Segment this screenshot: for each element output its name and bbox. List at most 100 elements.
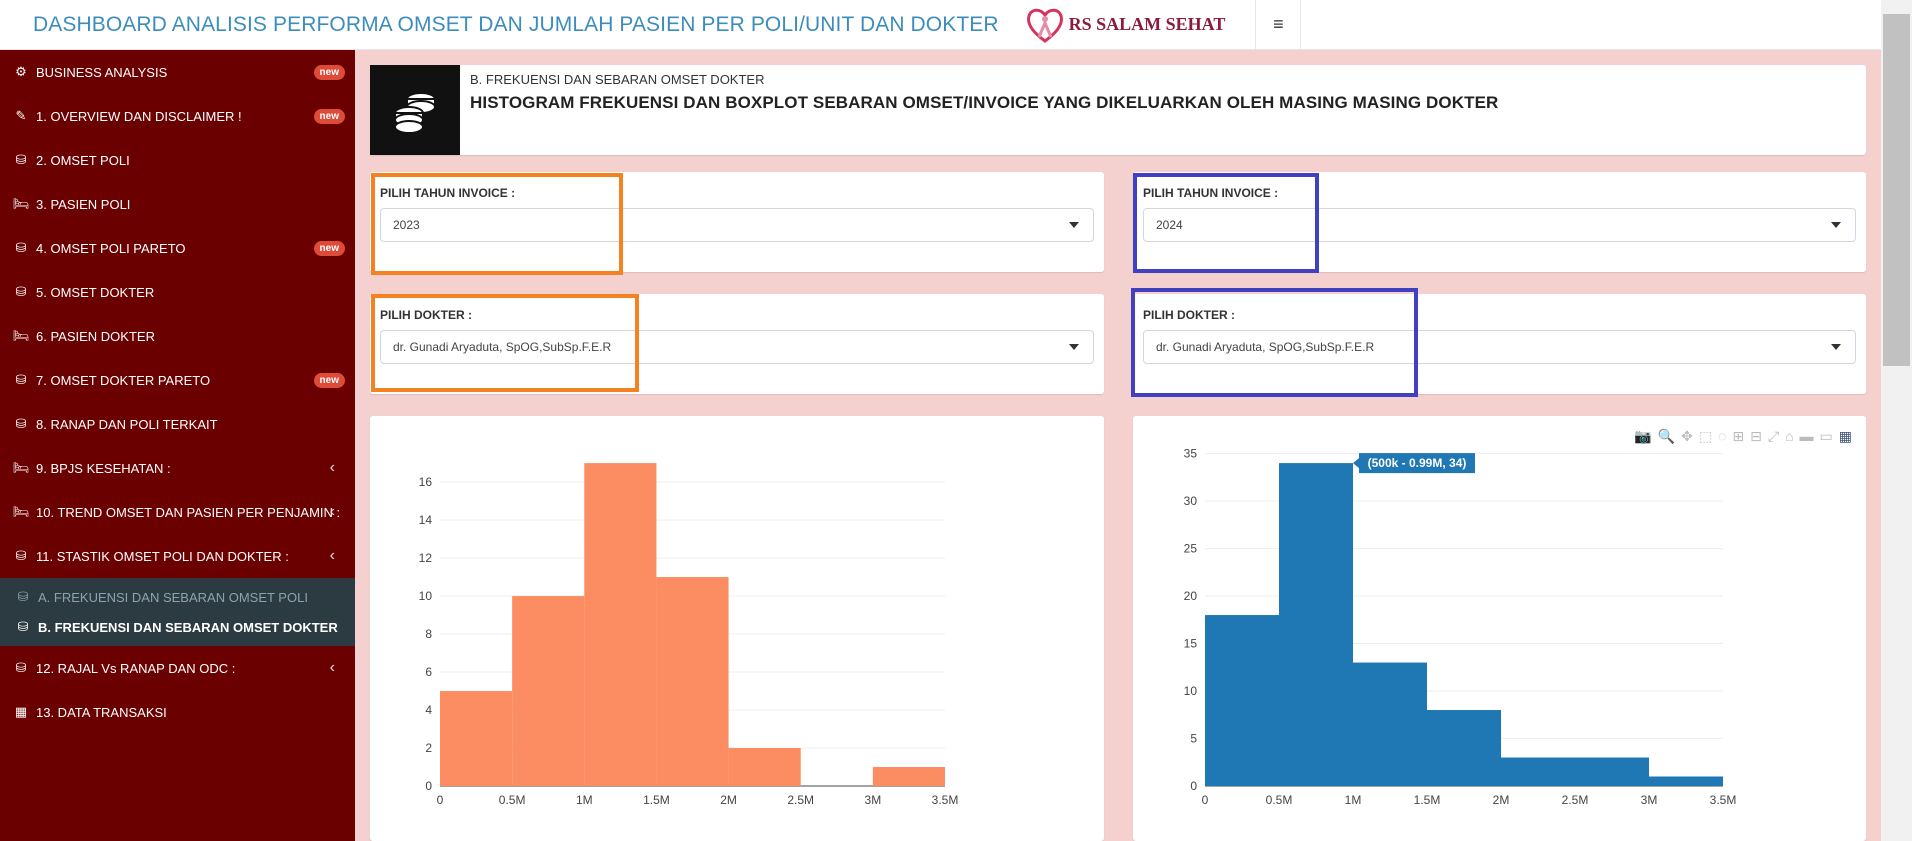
bed-icon: 🛏 [12, 328, 30, 343]
histogram-bar[interactable] [1353, 662, 1427, 786]
coins-icon: ⛁ [15, 284, 27, 299]
y-tick-label: 10 [419, 589, 433, 603]
histogram-bar[interactable] [440, 691, 513, 786]
zoom-icon[interactable]: 🔍 [1658, 428, 1675, 445]
histogram-bar[interactable] [872, 767, 945, 786]
doctor-filter-left: PILIH DOKTER : dr. Gunadi Aryaduta, SpOG… [370, 294, 1104, 394]
sidebar-item-label: 9. BPJS KESEHATAN : [36, 460, 171, 476]
histogram-bar[interactable] [1575, 757, 1649, 786]
gear-icon: ⚙ [15, 64, 27, 79]
y-tick-label: 12 [419, 551, 433, 565]
app-title: DASHBOARD ANALISIS PERFORMA OMSET DAN JU… [33, 12, 999, 36]
sidebar-item[interactable]: 🛏 9. BPJS KESEHATAN : ‹ [0, 446, 355, 490]
camera-icon[interactable]: 📷 [1634, 428, 1651, 445]
scrollbar-thumb[interactable] [1883, 14, 1910, 366]
sidebar-item-label: 2. OMSET POLI [36, 152, 130, 168]
histogram-bar[interactable] [728, 748, 801, 786]
sidebar-item-label: 11. STASTIK OMSET POLI DAN DOKTER : [36, 548, 289, 564]
coins-icon: ⛁ [15, 240, 27, 255]
sidebar-item[interactable]: ⛁ 12. RAJAL Vs RANAP DAN ODC : ‹ [0, 646, 355, 690]
lasso-icon[interactable]: ◌ [1718, 428, 1726, 445]
chevron-down-icon [1831, 344, 1841, 350]
sidebar-item[interactable]: ⛁ 7. OMSET DOKTER PARETO new [0, 358, 355, 402]
chevron-down-icon [1831, 222, 1841, 228]
histogram-left[interactable]: 0 2 4 6 8 10 12 14 16 0 0.5M 1M 1.5M 2M 2.5M 3M 3.5M [370, 416, 1104, 841]
sidebar-item[interactable]: ⚙ BUSINESS ANALYSIS new [0, 50, 355, 94]
doctor-select-right[interactable]: dr. Gunadi Aryaduta, SpOG,SubSp.F.E.R [1143, 330, 1856, 364]
sidebar-item[interactable]: ⛁ 8. RANAP DAN POLI TERKAIT [0, 402, 355, 446]
zoom-out-icon[interactable]: ⊟ [1750, 428, 1762, 445]
sidebar-item[interactable]: 🛏 10. TREND OMSET DAN PASIEN PER PENJAMIN… [0, 490, 355, 534]
home-icon[interactable]: ⌂ [1785, 428, 1793, 445]
y-tick-label: 35 [1184, 447, 1198, 461]
hover-tooltip-arrow [1353, 458, 1359, 469]
sidebar-item[interactable]: 🛏 6. PASIEN DOKTER [0, 314, 355, 358]
doctor-select-left[interactable]: dr. Gunadi Aryaduta, SpOG,SubSp.F.E.R [380, 330, 1094, 364]
spike-lines-icon[interactable]: ▬ [1800, 428, 1814, 445]
page-info-box: B. FREKUENSI DAN SEBARAN OMSET DOKTER HI… [370, 65, 1866, 155]
y-tick-label: 20 [1184, 589, 1198, 603]
sidebar-item-label: 7. OMSET DOKTER PARETO [36, 372, 211, 388]
histogram-bar[interactable] [1205, 615, 1279, 786]
zoom-in-icon[interactable]: ⊞ [1732, 428, 1744, 445]
year-select-left[interactable]: 2023 [380, 208, 1094, 242]
histogram-bar[interactable] [1649, 776, 1723, 786]
y-tick-label: 5 [1190, 732, 1197, 746]
doctor-label-right: PILIH DOKTER : [1143, 308, 1235, 322]
submenu-item-label: A. FREKUENSI DAN SEBARAN OMSET POLI [38, 589, 308, 605]
x-tick-label: 1.5M [643, 793, 670, 807]
sidebar-item[interactable]: 🛏 3. PASIEN POLI [0, 182, 355, 226]
histogram-right[interactable]: 0 5 10 15 20 25 30 35 0 0.5M 1M 1.5M 2M 2.5M 3M 3.5M (50… [1133, 416, 1866, 841]
sidebar-item-label: 12. RAJAL Vs RANAP DAN ODC : [36, 660, 236, 676]
sidebar-item[interactable]: ▦ 13. DATA TRANSAKSI [0, 690, 355, 734]
doctor-value-left: dr. Gunadi Aryaduta, SpOG,SubSp.F.E.R [393, 340, 612, 354]
chevron-down-icon [1069, 222, 1079, 228]
y-tick-label: 25 [1184, 542, 1198, 556]
x-tick-label: 1M [576, 793, 593, 807]
x-tick-label: 1.5M [1414, 793, 1441, 807]
sidebar-item-label: 5. OMSET DOKTER [36, 284, 155, 300]
heart-ribbon-icon [1026, 8, 1063, 43]
submenu-item[interactable]: ⛁ B. FREKUENSI DAN SEBARAN OMSET DOKTER [0, 612, 355, 642]
hospital-logo[interactable]: RS SALAM SEHAT [1025, 5, 1225, 45]
submenu: ⛁ A. FREKUENSI DAN SEBARAN OMSET POLI ⛁ B. … [0, 578, 355, 646]
x-tick-label: 3.5M [1710, 793, 1737, 807]
sidebar-item[interactable]: ✎ 1. OVERVIEW DAN DISCLAIMER ! new [0, 94, 355, 138]
page-scrollbar[interactable] [1881, 0, 1912, 841]
x-tick-label: 2.5M [787, 793, 814, 807]
histogram-bar[interactable] [1501, 757, 1575, 786]
sidebar-item-label: 13. DATA TRANSAKSI [36, 704, 167, 720]
sidebar-toggle-button[interactable]: ≡ [1255, 0, 1302, 50]
box-select-icon[interactable]: ⬚ [1699, 428, 1712, 445]
y-tick-label: 16 [419, 475, 433, 489]
sidebar-item-label: 3. PASIEN POLI [36, 196, 131, 212]
top-header: DASHBOARD ANALISIS PERFORMA OMSET DAN JU… [0, 0, 1881, 50]
sidebar-item[interactable]: ⛁ 4. OMSET POLI PARETO new [0, 226, 355, 270]
year-filter-right: PILIH TAHUN INVOICE : 2024 [1133, 172, 1866, 272]
histogram-bar[interactable] [1427, 710, 1501, 786]
year-label-left: PILIH TAHUN INVOICE : [380, 186, 516, 200]
pan-icon[interactable]: ✥ [1681, 428, 1693, 445]
coins-icon: ⛁ [15, 416, 27, 431]
page-title: HISTOGRAM FREKUENSI DAN BOXPLOT SEBARAN … [470, 93, 1499, 112]
sidebar-item[interactable]: ⛁ 5. OMSET DOKTER [0, 270, 355, 314]
histogram-bar[interactable] [1279, 463, 1353, 786]
year-select-right[interactable]: 2024 [1143, 208, 1856, 242]
sidebar-item-label: 4. OMSET POLI PARETO [36, 240, 186, 256]
histogram-bar[interactable] [512, 596, 585, 786]
new-badge: new [313, 372, 345, 388]
plotly-logo-icon[interactable]: ▦ [1839, 428, 1852, 445]
coins-icon [370, 65, 460, 155]
compare-icon[interactable]: ▭ [1820, 428, 1833, 445]
histogram-bar[interactable] [656, 577, 729, 786]
sidebar-item-label: 10. TREND OMSET DAN PASIEN PER PENJAMIN … [36, 504, 341, 520]
x-tick-label: 3M [1641, 793, 1658, 807]
sidebar-item[interactable]: ⛁ 2. OMSET POLI [0, 138, 355, 182]
coins-icon: ⛁ [15, 548, 27, 563]
submenu-item-label: B. FREKUENSI DAN SEBARAN OMSET DOKTER [38, 619, 338, 635]
autoscale-icon[interactable]: ⤢ [1768, 428, 1779, 445]
histogram-bar[interactable] [584, 463, 657, 786]
submenu-item[interactable]: ⛁ A. FREKUENSI DAN SEBARAN OMSET POLI [0, 582, 355, 612]
sidebar-item[interactable]: ⛁ 11. STASTIK OMSET POLI DAN DOKTER : ‹ [0, 534, 355, 578]
year-filter-left: PILIH TAHUN INVOICE : 2023 [370, 172, 1104, 272]
